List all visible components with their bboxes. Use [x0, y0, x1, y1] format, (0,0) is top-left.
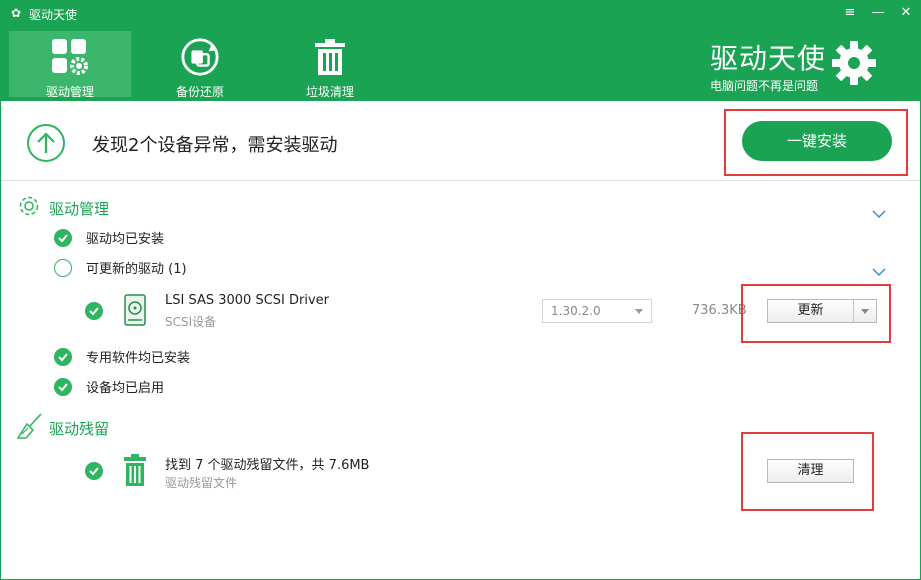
tab-label: 垃圾清理: [305, 85, 354, 99]
caret-down-icon: [635, 309, 643, 314]
highlight-box: [741, 432, 874, 511]
tab-backup-restore[interactable]: 备份还原: [139, 31, 261, 99]
trash-icon: [122, 453, 148, 491]
driver-category: SCSI设备: [165, 315, 217, 329]
gear-icon: [832, 41, 876, 85]
version-select[interactable]: 1.30.2.0: [542, 299, 652, 323]
gear-outline-icon: [17, 194, 41, 222]
chevron-down-icon[interactable]: [872, 262, 886, 277]
highlight-box: [724, 109, 908, 176]
list-item-updatable[interactable]: 可更新的驱动 (1): [54, 258, 187, 277]
item-label: 可更新的驱动 (1): [86, 262, 187, 277]
residual-sub: 驱动残留文件: [165, 476, 238, 490]
driver-size: 736.3KB: [692, 303, 747, 318]
menu-icon[interactable]: ≡: [842, 4, 858, 22]
app-gear-icon: ✿: [11, 6, 22, 20]
header: ✿ 驱动天使 ≡ — ✕ 驱动管理 备份还原 垃圾清理 驱动天使 电脑问题不再是…: [1, 1, 920, 101]
empty-circle-icon: [54, 258, 72, 277]
brand: 驱动天使 电脑问题不再是问题: [710, 37, 826, 94]
residual-summary: 找到 7 个驱动残留文件，共 7.6MB: [165, 458, 370, 473]
brand-name: 驱动天使: [709, 42, 826, 75]
highlight-box: [741, 284, 891, 343]
version-value: 1.30.2.0: [551, 304, 601, 318]
brand-slogan: 电脑问题不再是问题: [709, 79, 818, 93]
window-title: 驱动天使: [29, 8, 78, 22]
list-item: 专用软件均已安装: [54, 347, 190, 366]
tab-label: 备份还原: [175, 85, 224, 99]
tab-driver-management[interactable]: 驱动管理: [9, 31, 131, 99]
window-controls: ≡ — ✕: [842, 4, 914, 22]
item-label: 专用软件均已安装: [86, 351, 191, 366]
nav-tabs: 驱动管理 备份还原 垃圾清理: [9, 31, 399, 99]
minimize-icon[interactable]: —: [870, 4, 886, 22]
tab-junk-clean[interactable]: 垃圾清理: [269, 31, 391, 99]
item-label: 驱动均已安装: [86, 232, 165, 247]
app-window: ✿ 驱动天使 ≡ — ✕ 驱动管理 备份还原 垃圾清理 驱动天使 电脑问题不再是…: [0, 0, 921, 580]
check-circle-icon: [54, 377, 72, 396]
broom-icon: [16, 412, 43, 444]
restore-icon: [180, 37, 220, 77]
upload-arrow-icon: [26, 123, 66, 163]
trash-icon: [310, 37, 350, 77]
grid-gear-icon: [50, 37, 90, 77]
list-item: 设备均已启用: [54, 377, 164, 396]
residual-check: [85, 462, 103, 480]
item-label: 设备均已启用: [86, 381, 165, 396]
check-circle-icon: [54, 347, 72, 366]
section-title-driver-management: 驱动管理: [49, 200, 110, 218]
close-icon[interactable]: ✕: [898, 4, 914, 22]
chevron-down-icon[interactable]: [872, 204, 886, 219]
tab-label: 驱动管理: [45, 85, 94, 99]
driver-check: [85, 302, 103, 320]
driver-name: LSI SAS 3000 SCSI Driver: [165, 293, 329, 308]
check-circle-icon: [85, 302, 103, 320]
check-circle-icon: [85, 462, 103, 480]
hard-drive-icon: [124, 294, 146, 330]
title-bar: ✿ 驱动天使 ≡ — ✕: [1, 1, 920, 27]
status-message: 发现2个设备异常，需安装驱动: [92, 135, 338, 156]
check-circle-icon: [54, 228, 72, 247]
list-item: 驱动均已安装: [54, 228, 164, 247]
section-title-driver-residual: 驱动残留: [49, 420, 110, 438]
